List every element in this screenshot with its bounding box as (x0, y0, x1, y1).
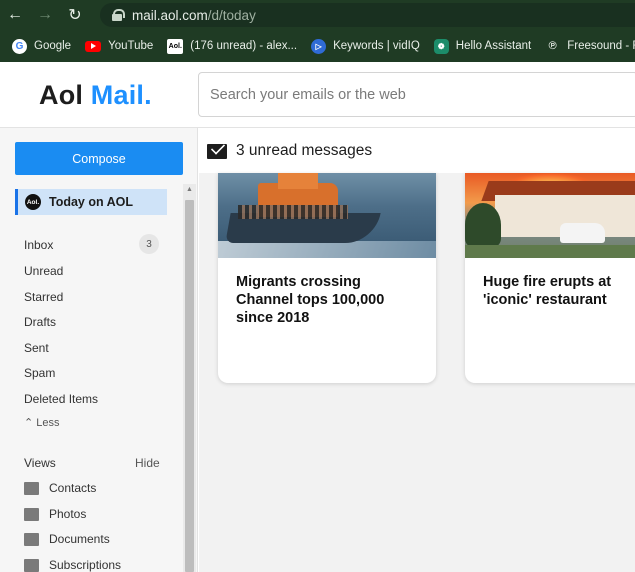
bookmark-google[interactable]: G Google (12, 38, 71, 54)
sidebar-item-sent[interactable]: Sent (24, 341, 49, 355)
sidebar-item-documents[interactable]: Documents (24, 532, 110, 546)
bookmark-freesound[interactable]: ℗Freesound - Frees (545, 39, 635, 54)
bookmark-vidiq[interactable]: ▷ Keywords | vidIQ (311, 38, 420, 54)
sidebar-item-contacts[interactable]: Contacts (24, 481, 96, 495)
vidiq-icon: ▷ (311, 38, 327, 54)
lock-icon (112, 9, 125, 21)
less-toggle[interactable]: ⌃ Less (24, 416, 60, 429)
sidebar-scrollbar[interactable]: ▲ (183, 184, 196, 572)
chatgpt-icon: ❁ (433, 38, 449, 54)
sidebar-item-deleted-items[interactable]: Deleted Items (24, 392, 98, 406)
sidebar-item-today-on-aol[interactable]: Aol. Today on AOL (15, 189, 167, 215)
sidebar-item-drafts[interactable]: Drafts (24, 315, 56, 329)
browser-chrome: ← → ↻ mail.aol.com/d/today G Google YouTu… (0, 0, 635, 62)
main-content: 3 unread messages Migrants crossing Chan… (199, 129, 635, 572)
envelope-icon (207, 143, 227, 159)
youtube-icon (85, 40, 102, 52)
sidebar-item-inbox[interactable]: Inbox (24, 238, 53, 252)
news-headline: Huge fire erupts at 'iconic' restaurant (483, 274, 612, 308)
unread-messages-bar[interactable]: 3 unread messages (199, 129, 635, 173)
google-icon: G (12, 38, 27, 54)
views-heading: Views (24, 456, 56, 470)
reload-icon[interactable]: ↻ (60, 0, 90, 30)
documents-icon (24, 532, 39, 546)
back-icon[interactable]: ← (0, 0, 30, 30)
aol-icon: Aol. (25, 194, 41, 210)
subscriptions-icon (24, 558, 39, 572)
search-input[interactable]: Search your emails or the web (198, 72, 635, 117)
news-card[interactable]: Migrants crossing Channel tops 100,000 s… (218, 173, 436, 383)
sidebar-item-spam[interactable]: Spam (24, 366, 55, 380)
sidebar-item-photos[interactable]: Photos (24, 507, 86, 521)
bookmark-hello-assistant[interactable]: ❁ Hello Assistant (433, 38, 531, 54)
news-card[interactable]: Huge fire erupts at 'iconic' restaurant (465, 173, 635, 383)
news-headline: Migrants crossing Channel tops 100,000 s… (236, 274, 385, 326)
chevron-up-icon: ⌃ (24, 417, 34, 429)
freesound-icon: ℗ (548, 40, 557, 52)
news-image-boat (218, 173, 436, 258)
sidebar-item-unread[interactable]: Unread (24, 264, 63, 278)
aol-icon: Aol. (167, 38, 184, 54)
bookmark-youtube[interactable]: YouTube (85, 40, 153, 52)
compose-button[interactable]: Compose (15, 142, 183, 175)
bookmarks-bar: G Google YouTube Aol. (176 unread) - alex.… (0, 32, 635, 60)
url-text: mail.aol.com/d/today (132, 7, 256, 23)
sidebar-item-subscriptions[interactable]: Subscriptions (24, 558, 121, 572)
forward-icon[interactable]: → (30, 0, 60, 30)
photos-icon (24, 507, 39, 521)
bookmark-aol-mail[interactable]: Aol. (176 unread) - alex... (167, 38, 297, 54)
scrollbar-thumb[interactable] (185, 200, 194, 572)
sidebar: Compose Aol. Today on AOL Inbox 3 Unread… (0, 128, 198, 572)
aol-mail-logo[interactable]: Aol Mail. (39, 80, 152, 111)
inbox-count-badge: 3 (139, 234, 159, 254)
contacts-icon (24, 481, 39, 495)
news-image-fire (465, 173, 635, 258)
sidebar-item-starred[interactable]: Starred (24, 290, 63, 304)
mail-header: Aol Mail. Search your emails or the web (0, 62, 635, 128)
views-hide-link[interactable]: Hide (135, 456, 160, 470)
address-bar[interactable]: mail.aol.com/d/today (100, 3, 635, 27)
scroll-up-icon[interactable]: ▲ (183, 186, 196, 198)
browser-toolbar: ← → ↻ mail.aol.com/d/today (0, 0, 635, 30)
